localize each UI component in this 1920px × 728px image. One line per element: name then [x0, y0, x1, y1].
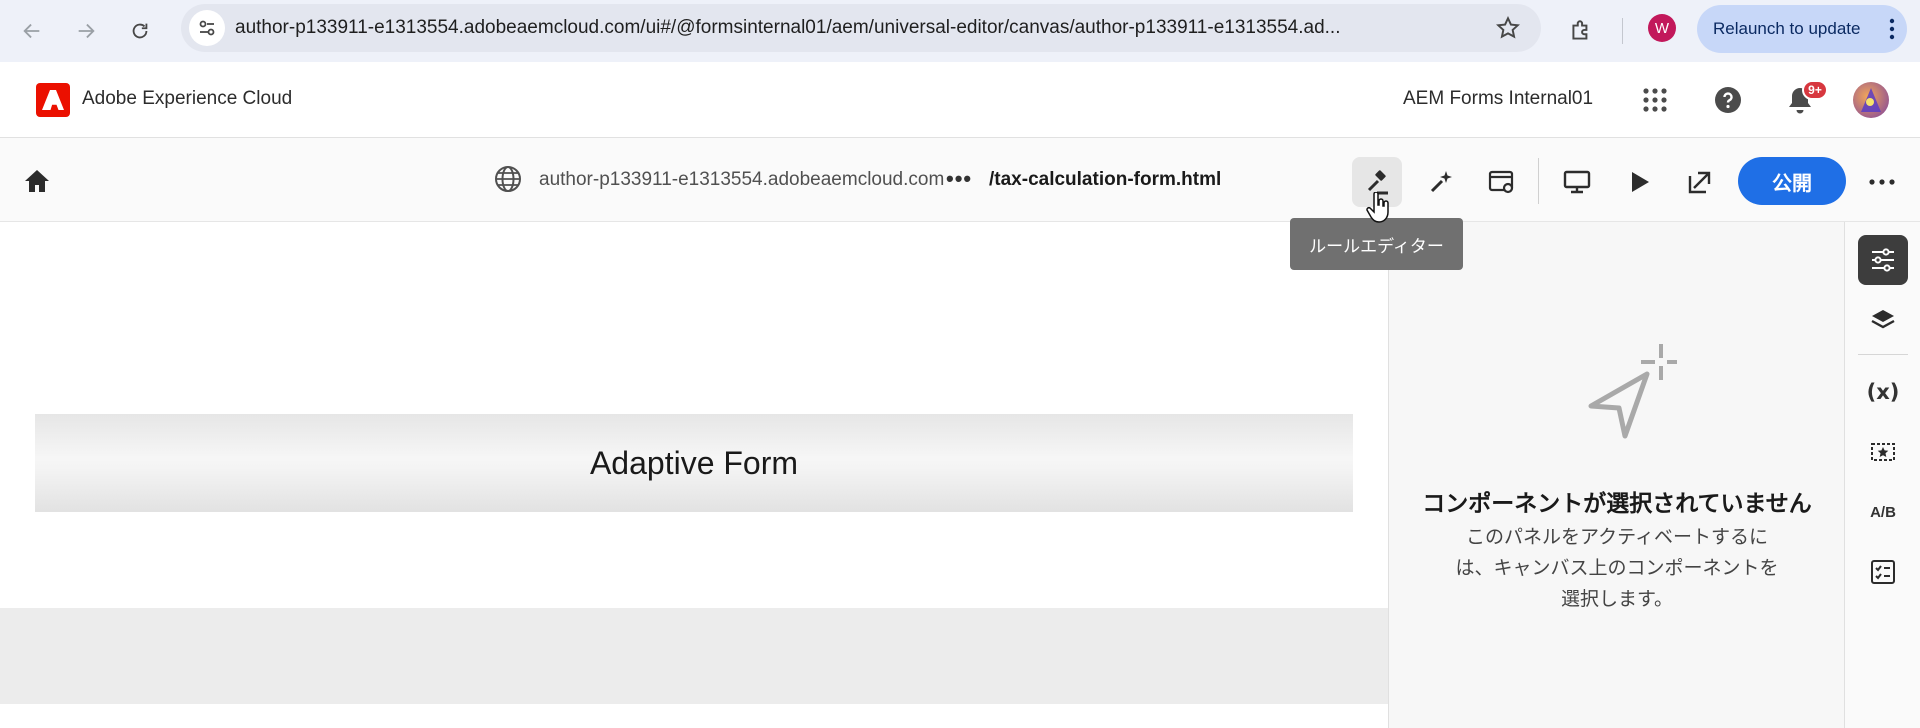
app-title[interactable]: Adobe Experience Cloud — [82, 88, 292, 110]
reload-icon — [132, 23, 148, 39]
ab-icon: A/B — [1870, 503, 1896, 521]
editor-canvas[interactable]: Adaptive Form — [0, 222, 1388, 728]
layers-icon — [1871, 310, 1895, 329]
form-footer-band[interactable] — [0, 608, 1388, 704]
org-switcher[interactable]: AEM Forms Internal01 — [1403, 88, 1593, 110]
toolbar-divider — [1622, 18, 1623, 44]
form-title: Adaptive Form — [589, 444, 799, 481]
grid-icon — [1643, 88, 1667, 112]
help-icon — [1715, 87, 1741, 113]
desktop-preview-button[interactable] — [1552, 157, 1602, 207]
empty-state-description: このパネルをアクティベートするには、キャンバス上のコンポーネントを選択します。 — [1455, 527, 1779, 610]
checklist-icon — [1871, 560, 1895, 584]
reload-button[interactable] — [118, 9, 162, 53]
forward-button[interactable] — [64, 9, 108, 53]
layers-tab[interactable] — [1858, 295, 1908, 345]
preview-button[interactable] — [1614, 157, 1664, 207]
assist-button[interactable] — [1416, 157, 1466, 207]
open-external-icon — [1688, 171, 1711, 194]
checklist-tab[interactable] — [1858, 547, 1908, 597]
path-more-button[interactable]: ••• — [946, 166, 972, 192]
select-pointer-icon — [1588, 344, 1677, 439]
globe-icon — [495, 166, 521, 192]
rule-editor-tooltip: ルールエディター — [1290, 218, 1463, 270]
hand-cursor-icon — [1366, 192, 1389, 223]
toolbar-divider — [1538, 158, 1539, 204]
tune-icon — [199, 20, 215, 36]
desktop-icon — [1563, 170, 1591, 194]
profile-avatar[interactable]: W — [1648, 14, 1676, 42]
variables-tab[interactable]: (x) — [1858, 367, 1908, 417]
fragment-tab[interactable] — [1858, 427, 1908, 477]
avatar-image-icon — [1861, 88, 1881, 112]
notification-badge: 9+ — [1802, 80, 1828, 100]
star-box-icon — [1871, 443, 1895, 461]
relaunch-button[interactable]: Relaunch to update — [1697, 5, 1907, 53]
right-rail: (x) A/B — [1844, 222, 1920, 728]
page-properties-button[interactable] — [1477, 157, 1527, 207]
arrow-right-icon — [78, 23, 95, 39]
page-settings-icon — [1488, 170, 1514, 194]
sliders-icon — [1872, 248, 1894, 272]
page-path[interactable]: /tax-calculation-form.html — [989, 169, 1221, 191]
browser-chrome: author-p133911-e1313554.adobeaemcloud.co… — [0, 0, 1920, 62]
notifications-button[interactable]: 9+ — [1782, 80, 1828, 118]
properties-panel: コンポーネントが選択されていません このパネルをアクティベートするには、キャンバ… — [1388, 222, 1844, 728]
app-switcher-button[interactable] — [1637, 82, 1673, 118]
host-label[interactable]: author-p133911-e1313554.adobeaemcloud.co… — [539, 169, 944, 191]
relaunch-label: Relaunch to update — [1713, 19, 1861, 38]
properties-tab[interactable] — [1858, 235, 1908, 285]
magic-wand-icon — [1430, 171, 1452, 193]
open-page-button[interactable] — [1675, 157, 1725, 207]
kebab-menu-icon — [1889, 18, 1895, 40]
bookmark-star-icon[interactable] — [1495, 15, 1521, 41]
site-info-button[interactable] — [189, 10, 225, 46]
form-title-banner[interactable]: Adaptive Form — [35, 414, 1353, 512]
variables-icon: (x) — [1866, 380, 1900, 404]
extensions-button[interactable] — [1562, 12, 1600, 50]
adobe-logo[interactable] — [36, 83, 70, 117]
back-button[interactable] — [10, 9, 54, 53]
ab-test-tab[interactable]: A/B — [1858, 487, 1908, 537]
empty-state-title: コンポーネントが選択されていません — [1422, 490, 1812, 516]
puzzle-icon — [1572, 20, 1588, 40]
more-horizontal-icon — [1869, 179, 1895, 185]
play-icon — [1632, 172, 1649, 192]
editor-toolbar: author-p133911-e1313554.adobeaemcloud.co… — [0, 138, 1920, 222]
home-icon — [25, 170, 49, 192]
canvas-bottom — [0, 704, 1388, 728]
help-button[interactable] — [1710, 82, 1746, 118]
adobe-a-icon — [42, 90, 64, 110]
publish-button[interactable]: 公開 — [1738, 157, 1846, 205]
arrow-left-icon — [23, 23, 40, 39]
app-header: Adobe Experience Cloud AEM Forms Interna… — [0, 62, 1920, 138]
address-bar[interactable]: author-p133911-e1313554.adobeaemcloud.co… — [181, 4, 1541, 52]
rail-divider — [1858, 354, 1908, 355]
url-text[interactable]: author-p133911-e1313554.adobeaemcloud.co… — [235, 17, 1465, 39]
home-button[interactable] — [18, 162, 56, 200]
more-actions-button[interactable] — [1862, 162, 1902, 202]
user-avatar[interactable] — [1853, 82, 1889, 118]
